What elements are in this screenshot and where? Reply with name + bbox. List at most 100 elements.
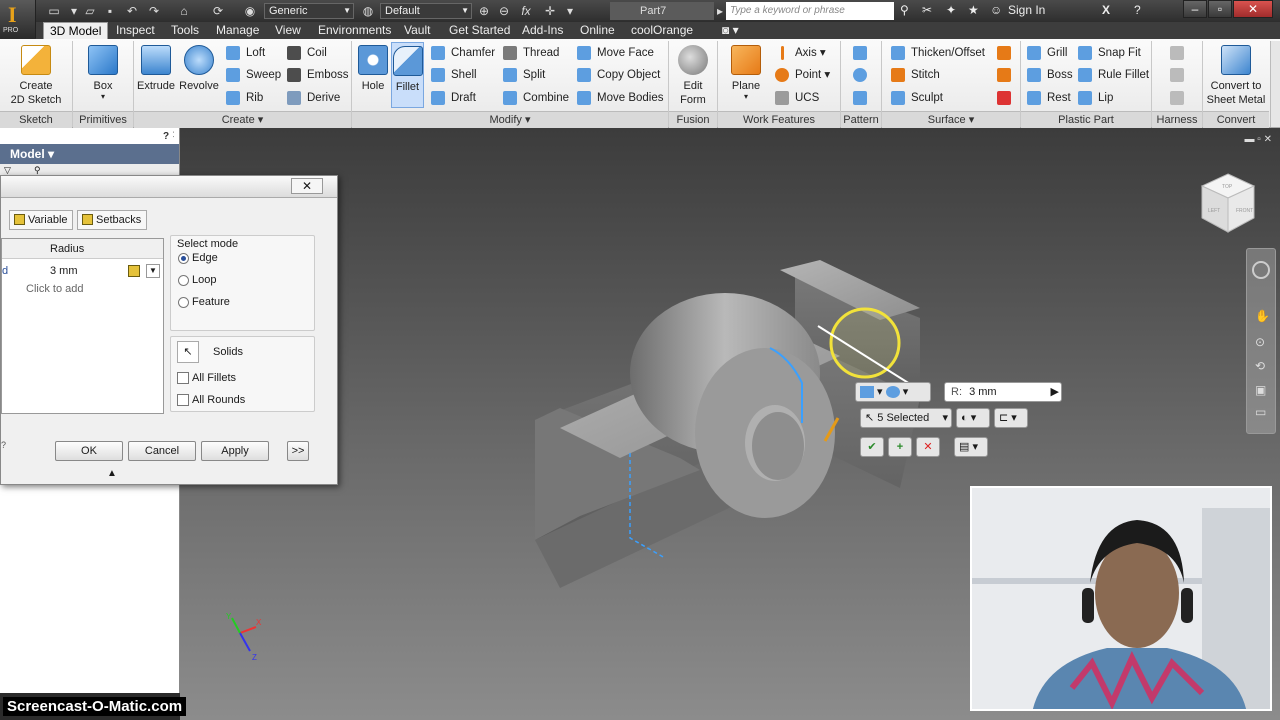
mirror-button[interactable] xyxy=(853,89,873,107)
all-fillets-checkbox[interactable] xyxy=(177,372,189,384)
solids-select-button[interactable]: ↖ xyxy=(177,341,199,363)
axis-button[interactable]: Axis ▾ xyxy=(775,44,826,62)
radio-edge[interactable] xyxy=(178,253,189,264)
tab-get-started[interactable]: Get Started xyxy=(443,22,516,39)
ribbon-scrollbar[interactable] xyxy=(1270,41,1280,127)
maximize-button[interactable]: ▫ xyxy=(1208,0,1232,18)
hole-button[interactable]: Hole xyxy=(357,45,389,93)
nav-bar-options-icon[interactable]: ▭ xyxy=(1255,405,1266,419)
apply-button[interactable]: Apply xyxy=(201,441,269,461)
viewcube[interactable]: TOP LEFT FRONT xyxy=(1196,170,1260,236)
steering-wheel-icon[interactable] xyxy=(1252,261,1270,279)
tab-3d-model[interactable]: 3D Model xyxy=(43,22,109,39)
tab-variable[interactable]: Variable xyxy=(9,210,73,230)
ok-icon[interactable]: ✔ xyxy=(860,437,884,457)
tab-environments[interactable]: Environments xyxy=(312,22,397,39)
browser-help-icon[interactable]: ? xyxy=(159,130,173,144)
orbit-icon[interactable]: ⟲ xyxy=(1255,359,1265,373)
update-icon[interactable]: ⟳ xyxy=(210,3,226,19)
redo-icon[interactable]: ↷ xyxy=(146,3,162,19)
move-face-button[interactable]: Move Face xyxy=(577,44,654,62)
binoculars-icon[interactable]: ⚲ xyxy=(900,3,909,17)
tab-tools[interactable]: Tools xyxy=(165,22,205,39)
save-icon[interactable]: ▪ xyxy=(102,3,118,19)
cancel-button[interactable]: Cancel xyxy=(128,441,196,461)
help-search-input[interactable]: Type a keyword or phrase xyxy=(726,2,894,20)
emboss-button[interactable]: Emboss xyxy=(287,66,349,84)
material-combo[interactable]: Generic ▼ xyxy=(264,3,354,19)
panel-create-label[interactable]: Create ▾ xyxy=(134,111,351,128)
setback-button[interactable]: ⊏ ▾ xyxy=(994,408,1028,428)
tab-setbacks[interactable]: Setbacks xyxy=(77,210,147,230)
radius-expand-icon[interactable]: ▶ xyxy=(1051,383,1059,401)
new-dropdown-icon[interactable]: ▾ xyxy=(66,3,82,19)
viewport-window-controls[interactable]: ▬ ▫ ✕ xyxy=(1245,134,1272,145)
undo-icon[interactable]: ↶ xyxy=(124,3,140,19)
boss-button[interactable]: Boss xyxy=(1027,66,1073,84)
edit-form-button[interactable]: Edit Form xyxy=(674,45,712,107)
tools-icon[interactable]: ✂ xyxy=(922,3,932,17)
return-icon[interactable]: ⌂ xyxy=(176,3,192,19)
appearance-icon[interactable]: ◍ xyxy=(360,3,376,19)
revolve-button[interactable]: Revolve xyxy=(178,45,220,93)
trim-button[interactable] xyxy=(997,66,1017,84)
row-dropdown[interactable]: ▼ xyxy=(146,264,160,278)
thicken-offset-button[interactable]: Thicken/Offset xyxy=(891,44,985,62)
patch-button[interactable] xyxy=(997,44,1017,62)
coil-button[interactable]: Coil xyxy=(287,44,327,62)
qa-dropdown-icon[interactable]: ▾ xyxy=(562,3,578,19)
mini-toolbar-options[interactable]: ▤ ▾ xyxy=(954,437,988,457)
mini-toolbar-mode[interactable]: ▾ ▾ xyxy=(855,382,931,402)
tab-online[interactable]: Online xyxy=(574,22,621,39)
open-icon[interactable]: ▱ xyxy=(82,3,98,19)
snap-fit-button[interactable]: Snap Fit xyxy=(1078,44,1141,62)
point-button[interactable]: Point ▾ xyxy=(775,66,830,84)
rectangular-pattern-button[interactable] xyxy=(853,44,873,62)
help-icon[interactable]: ? xyxy=(1134,3,1141,17)
thread-button[interactable]: Thread xyxy=(503,44,559,62)
harness-button-1[interactable] xyxy=(1170,44,1190,62)
clear-icon[interactable]: ⊖ xyxy=(496,3,512,19)
tab-coolorange[interactable]: coolOrange xyxy=(625,22,699,39)
grill-button[interactable]: Grill xyxy=(1027,44,1067,62)
adjust-icon[interactable]: ⊕ xyxy=(476,3,492,19)
look-at-icon[interactable]: ▣ xyxy=(1255,383,1266,397)
rest-button[interactable]: Rest xyxy=(1027,89,1071,107)
zoom-icon[interactable]: ⊙ xyxy=(1255,335,1265,349)
fillet-button[interactable]: Fillet xyxy=(391,42,424,108)
rib-button[interactable]: Rib xyxy=(226,89,263,107)
minimize-button[interactable]: – xyxy=(1183,0,1207,18)
fx-icon[interactable]: fx xyxy=(518,3,534,19)
chamfer-button[interactable]: Chamfer xyxy=(431,44,495,62)
delete-face-button[interactable] xyxy=(997,89,1017,107)
box-button[interactable]: Box ▾ xyxy=(84,45,122,101)
cancel-x-icon[interactable]: ✕ xyxy=(916,437,940,457)
ribbon-display-icon[interactable]: ◙ ▾ xyxy=(716,22,745,39)
favorites-icon[interactable]: ★ xyxy=(968,3,979,17)
tab-add-ins[interactable]: Add-Ins xyxy=(516,22,569,39)
move-bodies-button[interactable]: Move Bodies xyxy=(577,89,663,107)
copy-object-button[interactable]: Copy Object xyxy=(577,66,660,84)
pan-icon[interactable]: ✋ xyxy=(1255,309,1270,323)
app-menu-button[interactable]: I PRO xyxy=(0,0,36,38)
stitch-button[interactable]: Stitch xyxy=(891,66,940,84)
close-window-button[interactable]: ✕ xyxy=(1233,0,1273,18)
shell-button[interactable]: Shell xyxy=(431,66,477,84)
convert-sheet-metal-button[interactable]: Convert to Sheet Metal xyxy=(1205,45,1267,107)
rule-fillet-button[interactable]: Rule Fillet xyxy=(1078,66,1149,84)
harness-button-2[interactable] xyxy=(1170,66,1190,84)
selection-count[interactable]: ↖ 5 Selected ▾ xyxy=(860,408,952,428)
solid-select-button[interactable]: ◐ ▾ xyxy=(956,408,990,428)
part-model[interactable] xyxy=(520,248,940,608)
split-button[interactable]: Split xyxy=(503,66,545,84)
derive-button[interactable]: Derive xyxy=(287,89,340,107)
tab-vault[interactable]: Vault xyxy=(398,22,436,39)
loft-button[interactable]: Loft xyxy=(226,44,265,62)
harness-button-3[interactable] xyxy=(1170,89,1190,107)
sweep-button[interactable]: Sweep xyxy=(226,66,281,84)
filter-icon[interactable]: ▽ xyxy=(4,165,11,175)
help-icon[interactable]: ? xyxy=(1,440,6,450)
dialog-close-button[interactable]: ✕ xyxy=(291,178,323,194)
apply-plus-icon[interactable]: + xyxy=(888,437,912,457)
combine-button[interactable]: Combine xyxy=(503,89,569,107)
